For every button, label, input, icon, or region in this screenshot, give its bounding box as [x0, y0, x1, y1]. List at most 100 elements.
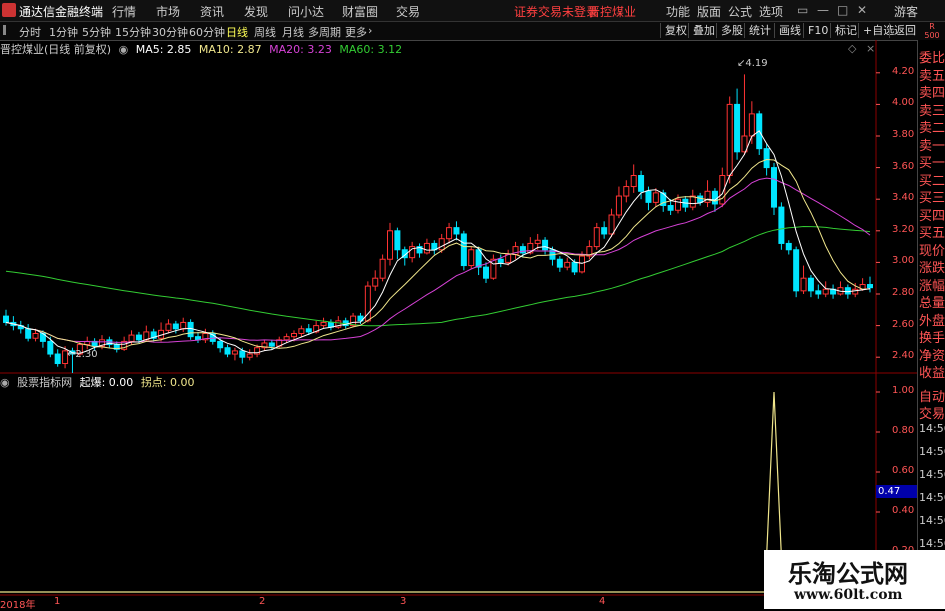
candle-body	[793, 249, 800, 292]
high-annotation: ↙4.19	[737, 58, 768, 69]
tab-monthly[interactable]: 月线	[282, 24, 304, 40]
indicator-name[interactable]: 股票指标网	[17, 376, 72, 389]
candle	[423, 238, 430, 255]
candle-body	[645, 190, 652, 203]
biaoji-button[interactable]: 标记	[830, 23, 861, 38]
tab-15min[interactable]: 15分钟	[115, 24, 151, 40]
candle	[158, 322, 165, 342]
qibao-value: 起爆: 0.00	[79, 376, 134, 389]
back-button[interactable]: 返回	[889, 23, 920, 38]
chart-desc: (日线 前复权)	[44, 43, 112, 56]
candle-body	[446, 227, 453, 240]
candle-body	[852, 288, 859, 295]
kline-chart[interactable]	[0, 40, 917, 596]
restore-icon[interactable]: ▭	[797, 3, 808, 17]
menu-hangqing[interactable]: 行情	[112, 3, 136, 20]
indicator-series	[0, 391, 874, 593]
tab-weekly[interactable]: 周线	[254, 24, 276, 40]
app-title: 通达信金融终端	[19, 5, 104, 19]
close-icon[interactable]: ✕	[857, 3, 867, 17]
huaxian-button[interactable]: 画线	[774, 23, 805, 38]
candle	[793, 246, 800, 298]
indicator-tick-label: 0.40	[892, 505, 915, 516]
fuquan-button[interactable]: 复权	[660, 23, 691, 38]
candle	[113, 341, 120, 353]
candle-body	[675, 198, 681, 211]
quote-label: 买五	[919, 226, 945, 241]
more-chevron-icon[interactable]: ›	[368, 24, 372, 37]
tab-5min[interactable]: 5分钟	[82, 24, 111, 40]
diejia-button[interactable]: 叠加	[688, 23, 719, 38]
menu-xuanxiang[interactable]: 选项	[759, 3, 783, 20]
indicator-tick-label: 1.00	[892, 385, 915, 396]
quote-label: 外盘	[919, 313, 945, 329]
login-warning[interactable]: 证券交易未登录	[514, 3, 598, 20]
menu-shichang[interactable]: 市场	[156, 3, 180, 20]
duogu-button[interactable]: 多股	[716, 23, 747, 38]
candle	[830, 284, 837, 299]
diamond-icon[interactable]: ◇	[848, 42, 856, 55]
tab-1min[interactable]: 1分钟	[49, 24, 78, 40]
candle-body	[579, 255, 585, 273]
tab-fenshi[interactable]: 分时	[19, 24, 41, 40]
f10-button[interactable]: F10	[803, 23, 832, 38]
candle-body	[475, 249, 482, 268]
auto-trade-label[interactable]: 交易	[919, 403, 945, 422]
quote-label: 现价	[919, 243, 945, 259]
menu-banmian[interactable]: 版面	[697, 3, 721, 20]
tongji-button[interactable]: 统计	[744, 23, 775, 38]
guest-label[interactable]: 游客	[894, 3, 918, 20]
menu-faxian[interactable]: 发现	[244, 3, 268, 20]
tab-30min[interactable]: 30分钟	[152, 24, 188, 40]
candle-body	[291, 333, 297, 338]
candle-body	[807, 277, 814, 292]
candle	[25, 324, 32, 342]
candle-body	[556, 258, 563, 268]
candle-body	[867, 284, 873, 289]
candle-body	[497, 258, 504, 263]
candle	[556, 256, 563, 272]
menu-zixun[interactable]: 资讯	[200, 3, 224, 20]
watermark-url: www.60lt.com	[794, 587, 903, 603]
indicator-settings-icon[interactable]: ◉	[0, 376, 10, 389]
candle	[623, 180, 630, 203]
candle-body	[800, 277, 807, 292]
quote-label: 净资	[919, 348, 945, 364]
quote-label: 买一	[919, 156, 945, 171]
candle	[460, 230, 467, 271]
maximize-icon[interactable]: □	[837, 3, 848, 17]
quote-label: 换手	[919, 331, 945, 346]
candle	[771, 162, 777, 215]
candle	[453, 221, 460, 241]
candle	[601, 221, 608, 239]
menu-caifuquan[interactable]: 财富圈	[342, 3, 378, 20]
tick-time: 14:56	[919, 468, 945, 481]
candle-body	[593, 227, 600, 248]
menu-jiaoyi[interactable]: 交易	[396, 3, 420, 20]
candle-body	[379, 258, 386, 279]
panel-close-icon[interactable]: ×	[866, 42, 875, 55]
candle	[202, 328, 209, 343]
menu-gongneng[interactable]: 功能	[666, 3, 690, 20]
tab-daily[interactable]: 日线	[226, 24, 248, 40]
menu-gongshi[interactable]: 公式	[728, 3, 752, 20]
minimize-icon[interactable]: —	[817, 3, 829, 17]
quote-label: 涨跌	[919, 261, 945, 276]
candle-body	[224, 347, 231, 355]
watermark: 乐淘公式网 www.60lt.com	[764, 550, 945, 609]
tab-60min[interactable]: 60分钟	[189, 24, 225, 40]
menu-wenxiaoda[interactable]: 问小达	[288, 3, 324, 20]
settings-icon[interactable]: ◉	[119, 43, 129, 56]
toolbar-toggle-icon[interactable]	[3, 25, 12, 35]
candle-body	[608, 214, 615, 235]
candle-body	[320, 321, 327, 327]
tab-multi-period[interactable]: 多周期	[308, 24, 341, 40]
tab-more[interactable]: 更多	[345, 24, 367, 40]
candle	[542, 237, 549, 255]
month-label-2: 2	[259, 596, 266, 607]
candle-body	[822, 288, 829, 295]
candle	[261, 339, 268, 351]
candle	[483, 262, 489, 283]
r-badge[interactable]: R 500	[922, 22, 942, 40]
candle	[327, 319, 334, 331]
